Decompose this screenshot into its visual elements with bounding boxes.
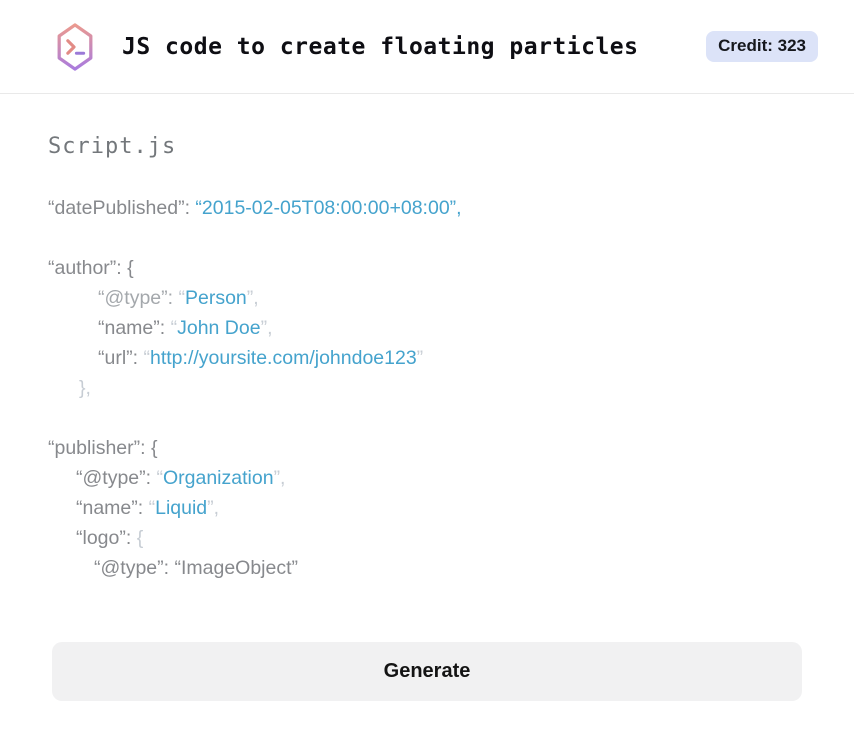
code-token: “url”: — [98, 347, 144, 369]
code-token: Liquid — [155, 497, 208, 519]
code-line: }, — [48, 373, 806, 403]
code-token: “publisher”: { — [48, 437, 158, 459]
code-line: “logo”: { — [48, 523, 806, 553]
code-token: ”, — [260, 317, 273, 339]
code-line: “author”: { — [48, 253, 806, 283]
prompt-title: JS code to create floating particles — [122, 33, 639, 60]
code-token: John Doe — [177, 317, 261, 339]
code-token: Person — [184, 287, 247, 309]
code-token: ”, — [207, 497, 220, 519]
code-line: “@type”: “Person”, — [48, 283, 806, 313]
code-token: “@type”: “ImageObject” — [94, 557, 299, 579]
code-token: “name”: — [76, 497, 149, 519]
app-header: JS code to create floating particles Cre… — [0, 0, 854, 94]
code-token: }, — [79, 377, 91, 399]
code-block: “datePublished”: “2015-02-05T08:00:00+08… — [48, 193, 806, 583]
code-token: ” — [416, 347, 424, 369]
code-line: “publisher”: { — [48, 433, 806, 463]
code-line: “url”: “http://yoursite.com/johndoe123” — [48, 343, 806, 373]
credit-badge: Credit: 323 — [706, 31, 818, 62]
code-token: “2015-02-05T08:00:00+08:00”, — [195, 197, 462, 219]
code-line: “name”: “John Doe”, — [48, 313, 806, 343]
code-token: http://yoursite.com/johndoe123 — [150, 347, 417, 369]
code-token: “datePublished”: — [48, 197, 196, 219]
code-panel: Script.js “datePublished”: “2015-02-05T0… — [0, 134, 854, 583]
code-token: Organization — [162, 467, 274, 489]
app-window: JS code to create floating particles Cre… — [0, 0, 854, 748]
terminal-prompt-hexagon-icon — [52, 18, 98, 76]
code-token: “@type”: — [98, 287, 179, 309]
code-token: “author”: { — [48, 257, 134, 279]
code-line: “datePublished”: “2015-02-05T08:00:00+08… — [48, 193, 806, 223]
code-token: ”, — [246, 287, 259, 309]
generate-button[interactable]: Generate — [52, 642, 802, 701]
code-token: { — [136, 527, 144, 549]
code-line: “@type”: “Organization”, — [48, 463, 806, 493]
code-line: “name”: “Liquid”, — [48, 493, 806, 523]
code-token: “name”: — [98, 317, 171, 339]
code-token: “@type”: — [76, 467, 157, 489]
code-token: ”, — [273, 467, 286, 489]
code-line: “@type”: “ImageObject” — [48, 553, 806, 583]
filename-heading: Script.js — [48, 134, 177, 159]
code-token: “logo”: — [76, 527, 137, 549]
